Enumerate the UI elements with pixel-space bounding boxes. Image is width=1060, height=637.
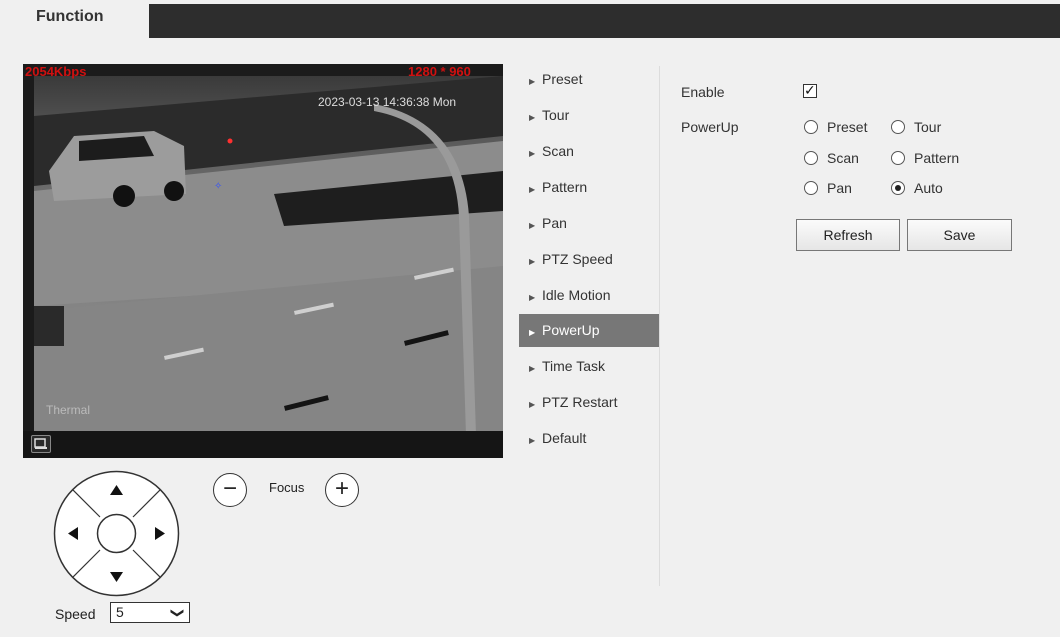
powerup-option-label: Scan (827, 150, 859, 166)
menu-item-scan[interactable]: ▶ Scan (519, 135, 659, 168)
focus-plus-button[interactable]: + (325, 473, 359, 507)
menu-item-label: Pattern (542, 179, 588, 195)
powerup-radio-scan[interactable] (804, 151, 818, 165)
menu-item-label: Time Task (542, 358, 606, 374)
window-icon (34, 438, 47, 449)
menu-item-label: Scan (542, 143, 574, 159)
parked-car (49, 131, 186, 207)
save-button[interactable]: Save (907, 219, 1012, 251)
chevron-down-icon: ❯ (170, 607, 186, 619)
focus-minus-button[interactable]: − (213, 473, 247, 507)
menu-item-label: Tour (542, 107, 570, 123)
menu-item-preset[interactable]: ▶ Preset (519, 63, 659, 96)
speed-select[interactable]: 5 ❯ (110, 602, 190, 623)
top-tab-bar (17, 4, 1060, 38)
powerup-radio-preset[interactable] (804, 120, 818, 134)
channel-label: Thermal (46, 403, 91, 417)
resolution-overlay: 1280 * 960 (408, 64, 471, 79)
powerup-option-label: Auto (914, 180, 943, 196)
powerup-radio-auto[interactable] (891, 181, 905, 195)
powerup-option-label: Tour (914, 119, 942, 135)
triangle-right-icon: ▶ (529, 364, 536, 373)
ptz-direction-pad[interactable] (53, 470, 180, 597)
powerup-option-label: Pattern (914, 150, 960, 166)
triangle-right-icon: ▶ (529, 221, 536, 230)
menu-item-pan[interactable]: ▶ Pan (519, 207, 659, 240)
window-mode-button[interactable] (31, 435, 51, 453)
speed-select-value: 5 (116, 604, 124, 620)
ptz-center-button[interactable] (96, 513, 137, 554)
powerup-radio-pan[interactable] (804, 181, 818, 195)
menu-item-ptz-speed[interactable]: ▶ PTZ Speed (519, 243, 659, 276)
video-preview: ✧ (23, 64, 503, 458)
triangle-right-icon: ▶ (529, 436, 536, 445)
menu-item-label: Pan (542, 215, 567, 231)
thermal-scene-image: ✧ (34, 76, 503, 435)
bitrate-overlay: 2054Kbps (25, 64, 87, 79)
menu-item-ptz-restart[interactable]: ▶ PTZ Restart (519, 386, 659, 419)
thermal-video-frame: ✧ (34, 76, 503, 435)
refresh-button[interactable]: Refresh (796, 219, 900, 251)
menu-item-pattern[interactable]: ▶ Pattern (519, 171, 659, 204)
enable-checkbox[interactable]: ✓ (803, 82, 817, 98)
panel-divider (659, 66, 660, 586)
menu-item-label: PTZ Speed (542, 251, 613, 267)
focus-label: Focus (269, 480, 305, 495)
powerup-radio-tour[interactable] (891, 120, 905, 134)
menu-item-label: Idle Motion (542, 287, 611, 303)
menu-item-default[interactable]: ▶ Default (519, 422, 659, 455)
triangle-right-icon: ▶ (529, 113, 536, 122)
enable-label: Enable (681, 84, 725, 100)
triangle-right-icon: ▶ (529, 400, 536, 409)
tab-function[interactable]: Function (17, 2, 149, 38)
timestamp-overlay: 2023-03-13 14:36:38 Mon (318, 95, 457, 109)
powerup-label: PowerUp (681, 119, 739, 135)
checkmark-icon: ✓ (804, 82, 816, 98)
powerup-option-label: Preset (827, 119, 868, 135)
powerup-option-label: Pan (827, 180, 852, 196)
svg-text:✧: ✧ (214, 181, 222, 192)
menu-item-idle-motion[interactable]: ▶ Idle Motion (519, 279, 659, 312)
menu-item-label: PowerUp (542, 322, 600, 338)
triangle-right-icon: ▶ (529, 257, 536, 266)
triangle-right-icon: ▶ (529, 149, 536, 158)
powerup-radio-pattern[interactable] (891, 151, 905, 165)
menu-item-tour[interactable]: ▶ Tour (519, 99, 659, 132)
menu-item-powerup[interactable]: ▶ PowerUp (519, 314, 659, 347)
triangle-right-icon: ▶ (529, 77, 536, 86)
video-toolbar (23, 431, 503, 458)
menu-item-label: Default (542, 430, 587, 446)
speed-label: Speed (55, 606, 96, 622)
menu-item-label: Preset (542, 71, 583, 87)
menu-item-time-task[interactable]: ▶ Time Task (519, 350, 659, 383)
triangle-right-icon: ▶ (529, 328, 536, 337)
triangle-right-icon: ▶ (529, 185, 536, 194)
triangle-right-icon: ▶ (529, 293, 536, 302)
menu-item-label: PTZ Restart (542, 394, 618, 410)
